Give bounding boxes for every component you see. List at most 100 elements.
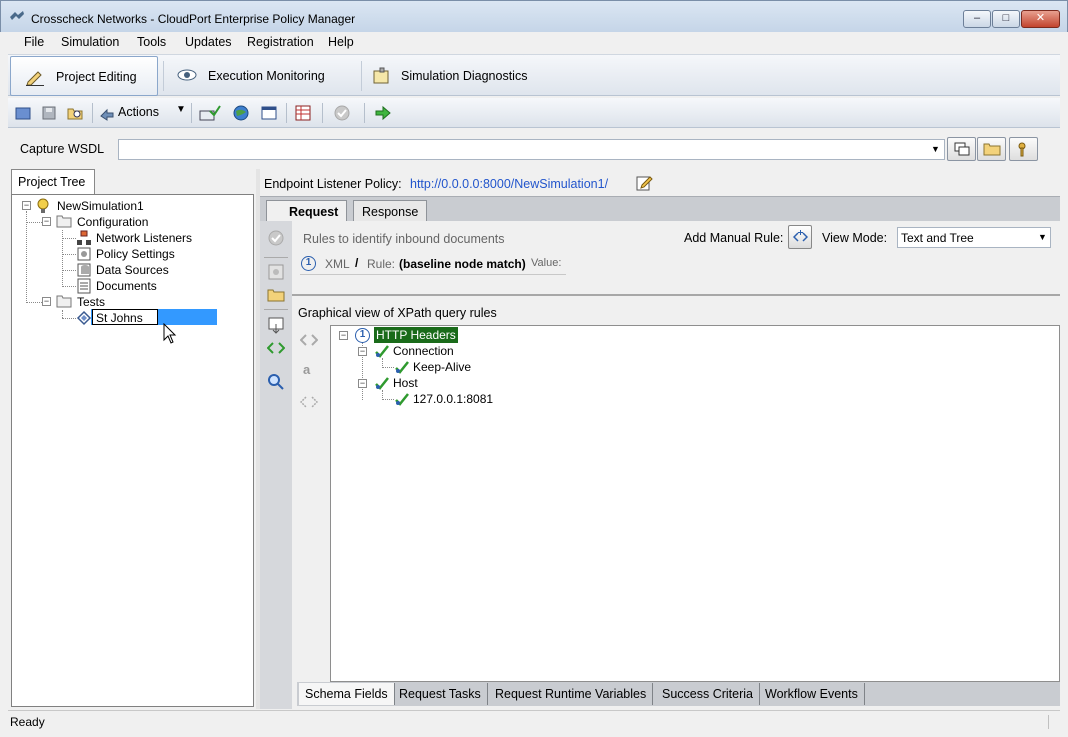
add-manual-rule-label: Add Manual Rule: [684, 231, 784, 245]
menu-simulation[interactable]: Simulation [61, 35, 119, 49]
tree-node-host[interactable]: Host [393, 376, 418, 390]
tab-project-tree[interactable]: Project Tree [11, 169, 95, 195]
endpoint-url-link[interactable]: http://0.0.0.0:8000/NewSimulation1/ [410, 177, 608, 191]
tab-simulation-diagnostics-label: Simulation Diagnostics [401, 69, 528, 83]
xml-node-icon[interactable] [300, 332, 318, 348]
tree-node-keep-alive[interactable]: Keep-Alive [413, 360, 471, 374]
resize-grip-icon[interactable] [1048, 715, 1060, 729]
title-bar: Crosscheck Networks - CloudPort Enterpri… [0, 0, 1068, 32]
table-icon[interactable] [294, 105, 312, 121]
tree-connector [26, 211, 27, 303]
rule-tools-strip [260, 221, 292, 709]
tree-root-simulation[interactable]: NewSimulation1 [57, 199, 144, 213]
chevron-down-icon[interactable]: ▼ [931, 144, 940, 154]
toolbar-separator [191, 103, 192, 123]
check-node-icon [375, 377, 389, 390]
view-mode-select[interactable]: Text and Tree ▼ [897, 227, 1051, 248]
menu-updates[interactable]: Updates [185, 35, 232, 49]
import-rule-icon[interactable] [267, 316, 285, 334]
rule-config-icon[interactable] [267, 263, 285, 281]
tab-request-label: Request [289, 205, 339, 219]
menu-help[interactable]: Help [328, 35, 354, 49]
status-text: Ready [10, 715, 45, 729]
open-browse-icon[interactable] [66, 105, 84, 121]
rename-test-input[interactable]: St Johns [92, 309, 158, 325]
globe-icon[interactable] [232, 105, 250, 121]
network-listeners-icon [77, 230, 91, 245]
rule-row[interactable]: 1 XML / Rule: (baseline node match) Valu… [300, 255, 566, 275]
tab-workflow-events[interactable]: Workflow Events [759, 683, 865, 705]
search-icon[interactable] [267, 373, 285, 391]
add-rule-icon [793, 230, 808, 242]
minimize-button[interactable]: – [963, 10, 991, 28]
maximize-button[interactable]: □ [992, 10, 1020, 28]
tab-request-tasks[interactable]: Request Tasks [393, 683, 488, 705]
actions-button[interactable]: Actions ▼ [96, 102, 186, 124]
capture-wsdl-input[interactable]: ▼ [118, 139, 945, 160]
menu-registration[interactable]: Registration [247, 35, 314, 49]
rules-heading: Rules to identify inbound documents [303, 232, 505, 246]
tab-schema-fields[interactable]: Schema Fields [299, 683, 395, 705]
tree-root-http-headers[interactable]: HTTP Headers [374, 327, 458, 343]
tab-response-label: Response [362, 205, 419, 219]
check-node-icon [395, 361, 409, 374]
close-button[interactable]: ✕ [1021, 10, 1060, 28]
menu-tools[interactable]: Tools [137, 35, 166, 49]
status-bar: Ready [8, 710, 1060, 732]
xml-code-icon[interactable] [267, 340, 285, 356]
wsdl-keys-button[interactable] [1009, 137, 1038, 161]
save-icon[interactable] [40, 105, 58, 121]
toolbar-separator [92, 103, 93, 123]
documents-icon [77, 278, 91, 294]
tab-execution-monitoring[interactable]: Execution Monitoring [168, 56, 358, 96]
tab-project-editing[interactable]: Project Editing [10, 56, 158, 96]
view-mode-value: Text and Tree [901, 231, 974, 245]
run-arrow-icon[interactable] [374, 105, 392, 121]
text-node-icon[interactable]: a [303, 362, 310, 377]
open-project-icon[interactable] [14, 105, 32, 121]
collapse-icon[interactable]: − [358, 379, 367, 388]
tree-node-connection[interactable]: Connection [393, 344, 454, 358]
add-manual-rule-button[interactable] [788, 225, 812, 249]
tab-simulation-diagnostics[interactable]: Simulation Diagnostics [366, 56, 566, 96]
wsdl-open-folder-button[interactable] [977, 137, 1006, 161]
tab-success-criteria[interactable]: Success Criteria [656, 683, 760, 705]
expand-node-icon[interactable] [300, 394, 318, 410]
check-disabled-icon[interactable] [267, 229, 285, 247]
tree-item-policy-settings[interactable]: Policy Settings [96, 247, 175, 261]
tab-request[interactable]: Request [266, 200, 348, 222]
wsdl-capture-button[interactable] [947, 137, 976, 161]
check-node-icon [375, 345, 389, 358]
tree-connector [382, 399, 394, 400]
policy-settings-icon [77, 247, 91, 261]
pencil-icon [26, 71, 44, 86]
rule-number-badge: 1 [301, 256, 316, 271]
window-title: Crosscheck Networks - CloudPort Enterpri… [31, 12, 356, 26]
validate-icon[interactable] [198, 105, 222, 121]
tree-item-tests[interactable]: Tests [77, 295, 105, 309]
tree-item-configuration[interactable]: Configuration [77, 215, 148, 229]
collapse-icon[interactable]: − [339, 331, 348, 340]
tree-connector [62, 286, 76, 287]
mode-separator [361, 61, 362, 91]
window-icon[interactable] [260, 105, 278, 121]
tree-connector [26, 222, 42, 223]
tree-item-documents[interactable]: Documents [96, 279, 157, 293]
collapse-icon[interactable]: − [22, 201, 31, 210]
actions-label: Actions [118, 105, 159, 119]
menu-file[interactable]: File [24, 35, 44, 49]
tab-response[interactable]: Response [353, 200, 428, 222]
folder-icon[interactable] [267, 287, 285, 303]
tree-node-host-value[interactable]: 127.0.0.1:8081 [413, 392, 493, 406]
tab-request-runtime-variables[interactable]: Request Runtime Variables [489, 683, 654, 705]
check-disabled-icon[interactable] [333, 105, 351, 121]
edit-icon[interactable] [636, 174, 654, 191]
collapse-icon[interactable]: − [42, 217, 51, 226]
collapse-icon[interactable]: − [358, 347, 367, 356]
tree-item-network-listeners[interactable]: Network Listeners [96, 231, 192, 245]
collapse-icon[interactable]: − [42, 297, 51, 306]
tree-item-data-sources[interactable]: Data Sources [96, 263, 169, 277]
tab-project-editing-label: Project Editing [56, 70, 137, 84]
endpoint-row: Endpoint Listener Policy: http://0.0.0.0… [260, 170, 1060, 196]
strip-separator [264, 309, 288, 310]
